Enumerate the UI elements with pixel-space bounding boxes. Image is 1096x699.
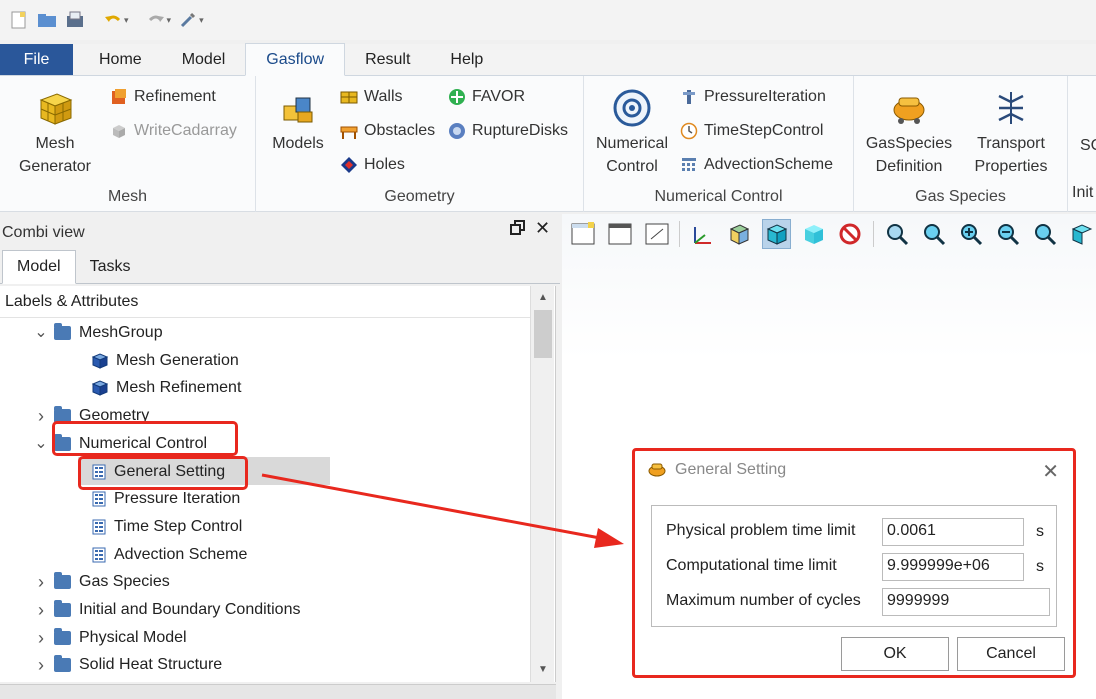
gas-tank-icon [648, 463, 666, 477]
dialog-close-icon[interactable]: ✕ [1042, 459, 1059, 484]
settings-group-box: Physical problem time limit 0.0061 s Com… [651, 505, 1057, 627]
physical-time-input[interactable]: 0.0061 [882, 518, 1024, 546]
general-setting-dialog: General Setting ✕ Physical problem time … [632, 448, 1076, 678]
max-cycles-input[interactable]: 9999999 [882, 588, 1050, 616]
cancel-button[interactable]: Cancel [957, 637, 1065, 671]
physical-time-label: Physical problem time limit [666, 522, 856, 539]
computational-time-input[interactable]: 9.999999e+06 [882, 553, 1024, 581]
computational-time-label: Computational time limit [666, 557, 837, 574]
dialog-title-bar: General Setting [647, 461, 786, 479]
ok-button[interactable]: OK [841, 637, 949, 671]
max-cycles-label: Maximum number of cycles [666, 592, 861, 609]
dialog-title: General Setting [675, 461, 787, 478]
computational-time-unit: s [1036, 558, 1044, 575]
physical-time-unit: s [1036, 523, 1044, 540]
